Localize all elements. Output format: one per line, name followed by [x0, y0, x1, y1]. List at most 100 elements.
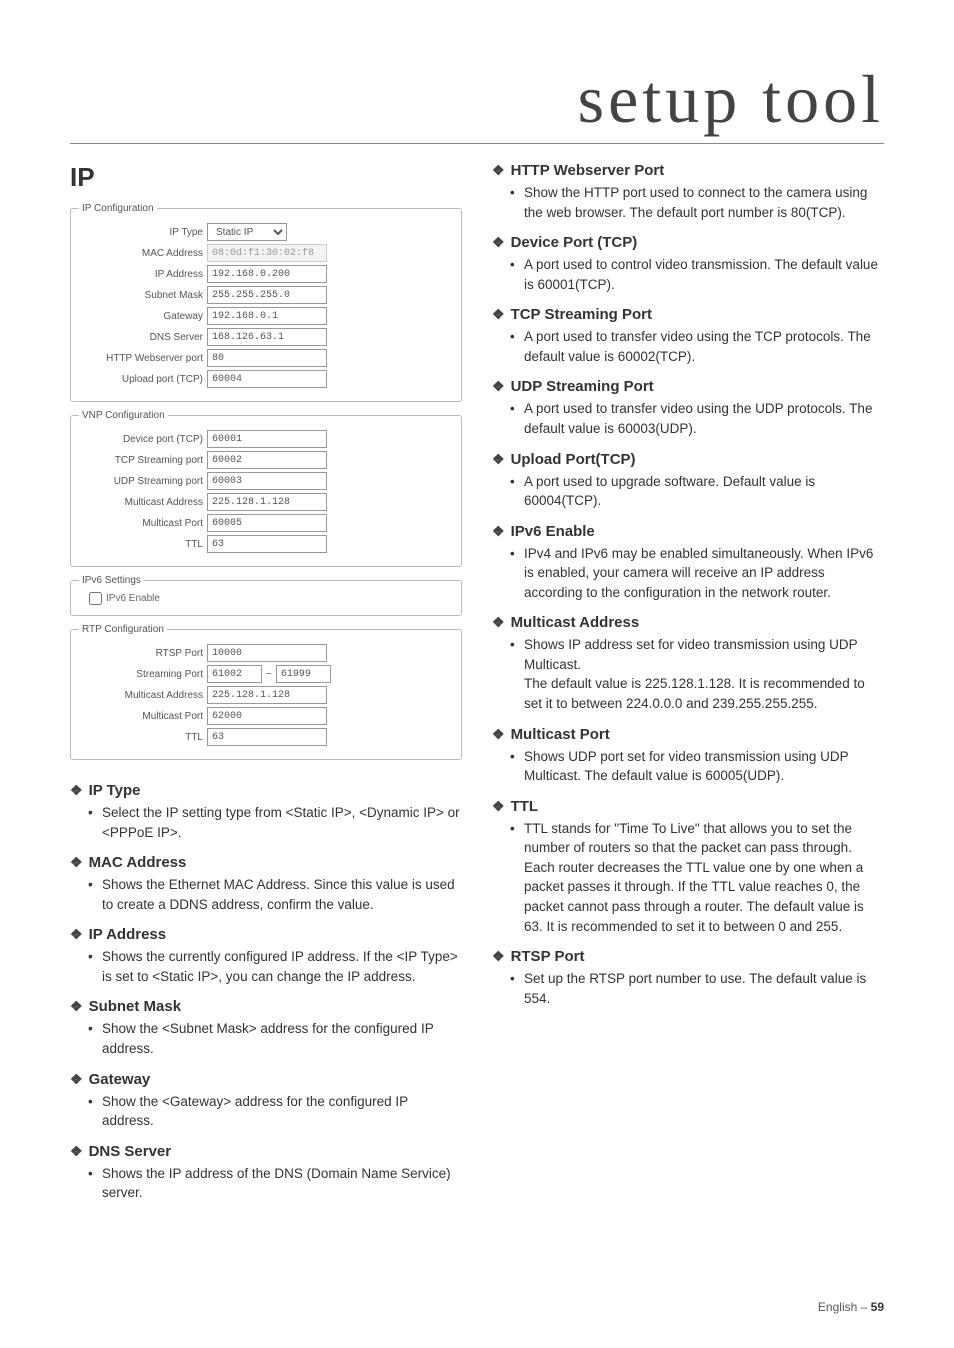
vnp-multicast-address-input[interactable]: [207, 493, 327, 511]
item-body: A port used to transfer video using the …: [514, 327, 884, 366]
item-title: HTTP Webserver Port: [511, 162, 665, 179]
right-column: ❖HTTP Webserver Port Show the HTTP port …: [492, 162, 884, 1215]
vnp-ttl-label: TTL: [79, 539, 203, 550]
rtsp-port-label: RTSP Port: [79, 648, 203, 659]
diamond-icon: ❖: [70, 1071, 83, 1088]
subnet-mask-label: Subnet Mask: [79, 290, 203, 301]
ipv6-enable-label: IPv6 Enable: [106, 593, 160, 604]
item-ipv6-enable: ❖ IPv6 Enable IPv4 and IPv6 may be enable…: [492, 523, 884, 603]
rtp-ttl-label: TTL: [79, 732, 203, 743]
rtp-multicast-port-input[interactable]: [207, 707, 327, 725]
item-ttl: ❖ TTL TTL stands for "Time To Live" that …: [492, 798, 884, 936]
item-multicast-port: ❖ Multicast Port Shows UDP port set for v…: [492, 726, 884, 786]
item-gateway: ❖ Gateway Show the <Gateway> address for …: [70, 1071, 462, 1131]
device-port-input[interactable]: [207, 430, 327, 448]
item-title: MAC Address: [89, 854, 187, 871]
vnp-config-fieldset: VNP Configuration Device port (TCP) TCP …: [70, 410, 462, 567]
vnp-multicast-port-input[interactable]: [207, 514, 327, 532]
item-body: Set up the RTSP port number to use. The …: [514, 969, 884, 1008]
page-header-title: setup tool: [70, 60, 884, 144]
item-body: Shows IP address set for video transmiss…: [514, 635, 884, 674]
rtp-multicast-port-label: Multicast Port: [79, 711, 203, 722]
item-ip-type: ❖ IP Type Select the IP setting type from…: [70, 782, 462, 842]
ip-type-label: IP Type: [79, 227, 203, 238]
udp-streaming-port-label: UDP Streaming port: [79, 476, 203, 487]
item-body: TTL stands for "Time To Live" that allow…: [514, 819, 884, 936]
item-ip-address: ❖ IP Address Shows the currently configur…: [70, 926, 462, 986]
ip-config-legend: IP Configuration: [79, 203, 157, 214]
rtp-config-legend: RTP Configuration: [79, 624, 167, 635]
rtp-multicast-address-input[interactable]: [207, 686, 327, 704]
tcp-streaming-port-input[interactable]: [207, 451, 327, 469]
item-http-webserver-port: ❖HTTP Webserver Port Show the HTTP port …: [492, 162, 884, 222]
vnp-multicast-port-label: Multicast Port: [79, 518, 203, 529]
item-title: TTL: [511, 798, 539, 815]
ip-type-select[interactable]: Static IP: [207, 223, 287, 241]
udp-streaming-port-input[interactable]: [207, 472, 327, 490]
rtp-streaming-port-label: Streaming Port: [79, 669, 203, 680]
diamond-icon: ❖: [492, 614, 505, 631]
item-body: Select the IP setting type from <Static …: [92, 803, 462, 842]
left-column: IP IP Configuration IP Type Static IP MA…: [70, 162, 462, 1215]
diamond-icon: ❖: [492, 162, 505, 179]
ipv6-enable-checkbox[interactable]: [89, 592, 102, 605]
rtp-config-fieldset: RTP Configuration RTSP Port Streaming Po…: [70, 624, 462, 760]
item-title: Device Port (TCP): [511, 234, 638, 251]
item-body: IPv4 and IPv6 may be enabled simultaneou…: [514, 544, 884, 603]
item-body: Shows UDP port set for video transmissio…: [514, 747, 884, 786]
rtp-streaming-port-end-input[interactable]: [276, 665, 331, 683]
diamond-icon: ❖: [492, 726, 505, 743]
diamond-icon: ❖: [70, 854, 83, 871]
rtp-multicast-address-label: Multicast Address: [79, 690, 203, 701]
ipv6-settings-legend: IPv6 Settings: [79, 575, 144, 586]
mac-address-label: MAC Address: [79, 248, 203, 259]
subnet-mask-input[interactable]: [207, 286, 327, 304]
upload-port-input[interactable]: [207, 370, 327, 388]
item-upload-port-tcp: ❖Upload Port(TCP) A port used to upgrade…: [492, 451, 884, 511]
item-body: Shows the currently configured IP addres…: [92, 947, 462, 986]
gateway-input[interactable]: [207, 307, 327, 325]
vnp-config-legend: VNP Configuration: [79, 410, 168, 421]
item-body-extra: The default value is 225.128.1.128. It i…: [514, 674, 884, 713]
mac-address-input: [207, 244, 327, 262]
tcp-streaming-port-label: TCP Streaming port: [79, 455, 203, 466]
diamond-icon: ❖: [492, 523, 505, 540]
item-title: IP Address: [89, 926, 167, 943]
item-title: DNS Server: [89, 1143, 172, 1160]
item-title: IP Type: [89, 782, 141, 799]
item-udp-streaming-port: ❖UDP Streaming Port A port used to trans…: [492, 378, 884, 438]
http-port-input[interactable]: [207, 349, 327, 367]
item-title: RTSP Port: [511, 948, 585, 965]
diamond-icon: ❖: [70, 782, 83, 799]
diamond-icon: ❖: [492, 234, 505, 251]
item-title: Subnet Mask: [89, 998, 182, 1015]
item-multicast-address: ❖Multicast Address Shows IP address set …: [492, 614, 884, 713]
vnp-ttl-input[interactable]: [207, 535, 327, 553]
footer-page-number: 59: [871, 1300, 884, 1314]
diamond-icon: ❖: [70, 926, 83, 943]
item-body: A port used to control video transmissio…: [514, 255, 884, 294]
ip-address-input[interactable]: [207, 265, 327, 283]
rtsp-port-input[interactable]: [207, 644, 327, 662]
dns-server-label: DNS Server: [79, 332, 203, 343]
diamond-icon: ❖: [492, 798, 505, 815]
item-body: Show the <Gateway> address for the confi…: [92, 1092, 462, 1131]
diamond-icon: ❖: [70, 998, 83, 1015]
device-port-label: Device port (TCP): [79, 434, 203, 445]
item-title: TCP Streaming Port: [511, 306, 652, 323]
item-title: Multicast Port: [511, 726, 610, 743]
diamond-icon: ❖: [492, 451, 505, 468]
item-dns-server: ❖DNS Server Shows the IP address of the …: [70, 1143, 462, 1203]
item-mac-address: ❖MAC Address Shows the Ethernet MAC Addr…: [70, 854, 462, 914]
item-title: UDP Streaming Port: [511, 378, 654, 395]
dns-server-input[interactable]: [207, 328, 327, 346]
page-footer: English – 59: [818, 1300, 884, 1314]
diamond-icon: ❖: [70, 1143, 83, 1160]
item-title: IPv6 Enable: [511, 523, 595, 540]
item-body: A port used to transfer video using the …: [514, 399, 884, 438]
item-title: Gateway: [89, 1071, 151, 1088]
rtp-ttl-input[interactable]: [207, 728, 327, 746]
rtp-streaming-port-start-input[interactable]: [207, 665, 262, 683]
ip-config-fieldset: IP Configuration IP Type Static IP MAC A…: [70, 203, 462, 402]
item-tcp-streaming-port: ❖TCP Streaming Port A port used to trans…: [492, 306, 884, 366]
